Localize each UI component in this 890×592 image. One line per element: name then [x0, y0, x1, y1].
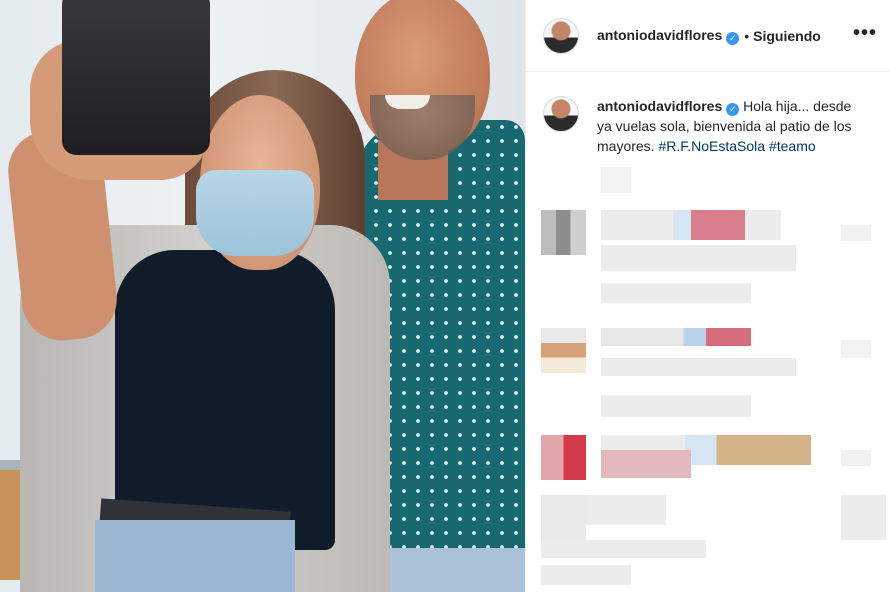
author-avatar[interactable] — [543, 17, 579, 54]
caption-username[interactable]: antoniodavidflores — [597, 98, 722, 114]
more-options-icon[interactable]: ••• — [853, 22, 877, 45]
woman-jeans — [95, 520, 295, 592]
pixelated-avatar — [541, 495, 586, 540]
caption-text: antoniodavidflores ✓ Hola hija... desde y… — [597, 96, 867, 156]
author-username[interactable]: antoniodavidflores ✓ — [597, 27, 740, 45]
post-caption: antoniodavidflores ✓ Hola hija... desde y… — [543, 96, 883, 156]
pixelated-comment — [601, 283, 751, 303]
man-smile — [385, 95, 430, 109]
pixelated-like — [841, 495, 886, 540]
pixelated-like — [841, 450, 871, 466]
face-mask — [196, 170, 314, 256]
pixelated-avatar — [541, 328, 586, 373]
pixelated-comment — [601, 328, 751, 346]
hashtag-link[interactable]: #R.F.NoEstaSola — [658, 138, 765, 154]
phone — [62, 0, 210, 155]
pixelated-comment — [586, 495, 666, 525]
pixelated-avatar — [541, 435, 586, 480]
post-header: antoniodavidflores ✓ • Siguiendo ••• — [526, 0, 890, 72]
pixelated-comment — [541, 540, 706, 558]
pixelated-comment — [601, 245, 796, 271]
caption-verified-badge-icon: ✓ — [726, 103, 740, 116]
pixelated-comment — [601, 210, 781, 240]
pixelated-avatar — [541, 210, 586, 255]
post-photo[interactable] — [0, 0, 525, 592]
post-sidebar: antoniodavidflores ✓ • Siguiendo ••• anto… — [525, 0, 890, 592]
pixelated-caption-time — [601, 167, 631, 193]
pixelated-like — [841, 340, 871, 358]
pixelated-comment — [601, 450, 691, 478]
pixelated-comment — [601, 358, 796, 376]
verified-badge-icon: ✓ — [726, 31, 740, 45]
hashtag-link[interactable]: #teamo — [769, 138, 816, 154]
separator-dot: • — [744, 27, 750, 44]
pixelated-comment — [601, 395, 751, 417]
man-jeans — [375, 548, 525, 592]
following-button[interactable]: Siguiendo — [753, 28, 821, 44]
caption-avatar[interactable] — [543, 96, 579, 132]
pixelated-comment — [541, 565, 631, 585]
pixelated-like — [841, 225, 871, 241]
